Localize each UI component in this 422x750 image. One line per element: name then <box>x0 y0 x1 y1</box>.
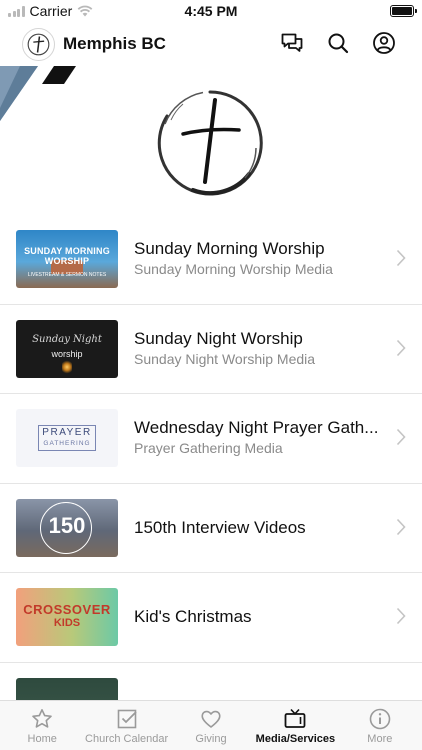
tab-church-calendar[interactable]: Church Calendar <box>84 701 168 750</box>
item-title: Kid's Christmas <box>134 607 252 626</box>
tab-bar: Home Church Calendar Giving Media/Servic… <box>0 700 422 750</box>
thumbnail-caption: KIDS <box>53 617 81 629</box>
item-title: Sunday Night Worship <box>134 328 303 348</box>
header-actions <box>280 31 396 55</box>
tab-label: More <box>367 733 393 745</box>
media-item-kids-christmas[interactable]: CROSSOVER KIDS Kid's Christmas <box>0 573 422 663</box>
star-icon <box>32 709 53 728</box>
chevron-right-icon <box>396 339 406 356</box>
heart-icon <box>201 710 221 728</box>
sunday-morning-thumbnail: SUNDAY MORNING WORSHIP LIVESTREAM & SERM… <box>16 230 118 288</box>
150th-interview-thumbnail: 150 <box>16 498 118 557</box>
account-icon[interactable] <box>372 31 396 55</box>
item-subtitle: Sunday Morning Worship Media <box>134 261 333 277</box>
thumbnail-title: SUNDAY MORNING WORSHIP <box>24 246 110 266</box>
thumbnail-caption: worship <box>51 348 83 359</box>
item-title: 150th Interview Videos <box>134 517 306 537</box>
tab-label: Home <box>27 733 57 745</box>
chevron-right-icon <box>396 249 406 267</box>
tab-label: Church Calendar <box>85 733 169 745</box>
tab-more[interactable]: More <box>338 701 422 750</box>
media-item-sunday-night[interactable]: Sunday Night worship Sunday Night Worshi… <box>0 305 422 394</box>
item-text: Sunday Morning Worship Sunday Morning Wo… <box>134 238 382 278</box>
thumbnail-title: PRAYER <box>42 427 92 438</box>
media-item-150th-interview[interactable]: 150 150th Interview Videos <box>0 484 422 573</box>
media-list: SUNDAY MORNING WORSHIP LIVESTREAM & SERM… <box>0 215 422 750</box>
clock: 4:45 PM <box>184 3 238 19</box>
chat-icon[interactable] <box>280 31 304 55</box>
item-text: 150th Interview Videos <box>134 517 382 539</box>
tab-label: Media/Services <box>255 733 336 745</box>
kids-christmas-thumbnail: CROSSOVER KIDS <box>16 588 118 646</box>
thumbnail-title: Sunday Night <box>32 333 102 345</box>
decorative-stripe <box>0 66 76 121</box>
calendar-check-icon <box>117 709 137 729</box>
app-header: Memphis BC <box>0 22 422 66</box>
tv-icon <box>285 708 306 728</box>
media-item-sunday-morning[interactable]: SUNDAY MORNING WORSHIP LIVESTREAM & SERM… <box>0 215 422 305</box>
status-bar: Carrier 4:45 PM <box>0 0 422 22</box>
sunday-night-thumbnail: Sunday Night worship <box>16 319 118 378</box>
thumbnail-title: CROSSOVER <box>23 602 111 617</box>
thumbnail-title: 150 <box>48 512 86 538</box>
app-title: Memphis BC <box>63 34 166 53</box>
item-text: Wednesday Night Prayer Gath... Prayer Ga… <box>134 417 382 457</box>
item-title: Sunday Morning Worship <box>134 239 325 258</box>
tab-home[interactable]: Home <box>0 701 84 750</box>
tab-media-services[interactable]: Media/Services <box>253 701 337 750</box>
battery-icon <box>390 5 417 17</box>
search-icon[interactable] <box>326 31 350 55</box>
prayer-gathering-thumbnail: PRAYER GATHERING <box>16 409 118 467</box>
info-icon <box>369 708 391 730</box>
item-text: Sunday Night Worship Sunday Night Worshi… <box>134 328 382 368</box>
media-item-prayer-gathering[interactable]: PRAYER GATHERING Wednesday Night Prayer … <box>0 394 422 484</box>
item-subtitle: Prayer Gathering Media <box>134 440 283 456</box>
church-cross-logo <box>157 90 263 196</box>
tab-label: Giving <box>195 733 227 745</box>
thumbnail-caption: LIVESTREAM & SERMON NOTES <box>27 272 107 278</box>
church-logo-icon[interactable] <box>22 28 55 61</box>
item-title: Wednesday Night Prayer Gath... <box>134 418 379 437</box>
chevron-right-icon <box>396 518 406 535</box>
chevron-right-icon <box>396 607 406 625</box>
tab-giving[interactable]: Giving <box>169 701 253 750</box>
item-text: Kid's Christmas <box>134 606 382 628</box>
item-subtitle: Sunday Night Worship Media <box>134 350 316 367</box>
thumbnail-caption: GATHERING <box>43 440 91 447</box>
church-banner <box>0 66 422 216</box>
chevron-right-icon <box>396 428 406 446</box>
